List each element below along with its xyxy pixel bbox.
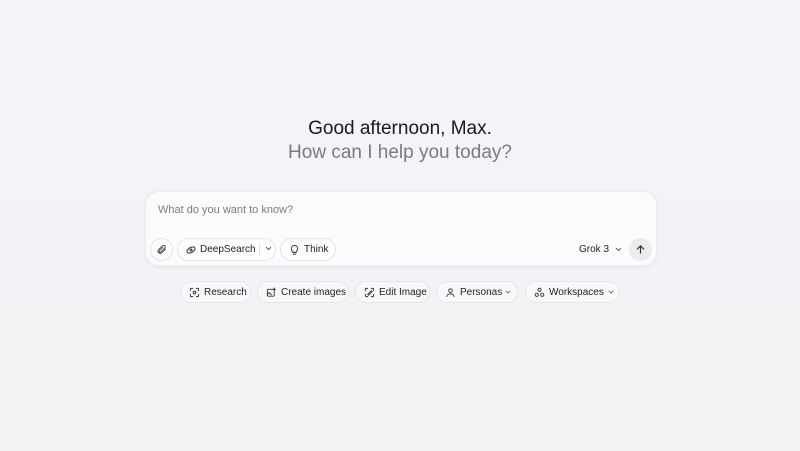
lightbulb-icon bbox=[289, 244, 300, 256]
attach-button[interactable] bbox=[150, 238, 173, 261]
workspaces-label: Workspaces bbox=[549, 287, 604, 298]
prompt-input[interactable]: What do you want to know? bbox=[158, 204, 293, 216]
deepsearch-icon bbox=[185, 244, 197, 256]
workspaces-dropdown[interactable]: Workspaces bbox=[525, 281, 620, 303]
create-images-label: Create images bbox=[281, 287, 347, 298]
arrow-up-icon bbox=[635, 244, 646, 255]
edit-image-icon bbox=[364, 287, 375, 298]
workspaces-icon bbox=[534, 287, 545, 298]
create-image-icon bbox=[266, 287, 277, 298]
research-button[interactable]: Research bbox=[180, 281, 251, 303]
think-toggle[interactable]: Think bbox=[280, 238, 336, 261]
research-label: Research bbox=[204, 287, 247, 298]
greeting-subtitle: How can I help you today? bbox=[288, 142, 512, 163]
greeting: Good afternoon, Max. How can I help you … bbox=[0, 118, 800, 164]
page: Good afternoon, Max. How can I help you … bbox=[0, 0, 800, 451]
chat-composer: What do you want to know? DeepSearch Thi… bbox=[145, 191, 657, 266]
create-images-button[interactable]: Create images bbox=[257, 281, 349, 303]
chevron-down-icon bbox=[607, 288, 615, 296]
edit-image-button[interactable]: Edit Image bbox=[355, 281, 430, 303]
person-icon bbox=[445, 287, 456, 298]
chevron-down-icon bbox=[614, 245, 623, 254]
model-label: Grok 3 bbox=[579, 244, 610, 255]
deepsearch-toggle[interactable]: DeepSearch bbox=[177, 238, 276, 261]
research-icon bbox=[189, 287, 200, 298]
paperclip-icon bbox=[156, 244, 167, 255]
divider bbox=[259, 243, 260, 256]
model-selector[interactable]: Grok 3 bbox=[579, 244, 623, 255]
edit-image-label: Edit Image bbox=[379, 287, 427, 298]
send-button[interactable] bbox=[629, 238, 652, 261]
personas-label: Personas bbox=[460, 287, 503, 298]
chevron-down-icon[interactable] bbox=[264, 244, 273, 253]
quick-actions: Research Create images Edit Image Person… bbox=[0, 281, 800, 303]
greeting-title: Good afternoon, Max. bbox=[308, 118, 492, 139]
chevron-down-icon bbox=[504, 288, 512, 296]
personas-dropdown[interactable]: Personas bbox=[436, 281, 518, 303]
